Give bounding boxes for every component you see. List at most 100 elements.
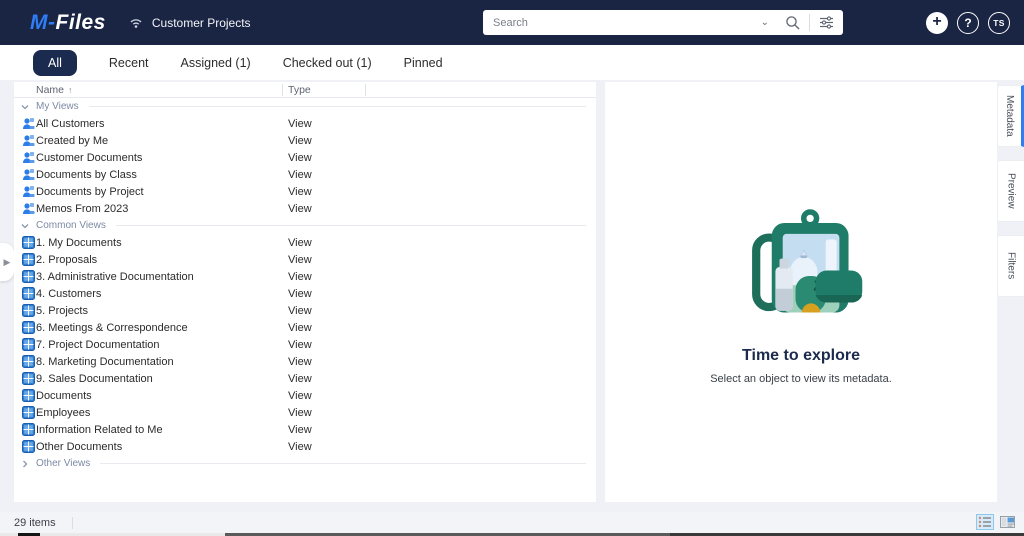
list-item[interactable]: Documents by Project View: [14, 183, 596, 200]
group-label: My Views: [36, 101, 79, 112]
list-item[interactable]: Created by Me View: [14, 132, 596, 149]
view-icon: [22, 338, 35, 351]
topbar-actions: + ? TS: [926, 0, 1010, 45]
search-filters-icon[interactable]: [810, 16, 843, 29]
view-tabs: All Recent Assigned (1) Checked out (1) …: [0, 45, 1024, 80]
list-item[interactable]: Employees View: [14, 404, 596, 421]
view-icon: [22, 202, 35, 215]
list-item[interactable]: 4. Customers View: [14, 285, 596, 302]
item-name: Information Related to Me: [36, 423, 163, 436]
user-avatar[interactable]: TS: [988, 11, 1010, 34]
group-header[interactable]: My Views: [14, 98, 596, 115]
view-icon: [22, 423, 35, 436]
list-item[interactable]: All Customers View: [14, 115, 596, 132]
tab-pinned[interactable]: Pinned: [404, 50, 443, 76]
item-type: View: [288, 117, 312, 130]
item-type: View: [288, 185, 312, 198]
list-item[interactable]: Information Related to Me View: [14, 421, 596, 438]
column-header-type[interactable]: Type: [288, 84, 311, 96]
list-item[interactable]: 8. Marketing Documentation View: [14, 353, 596, 370]
list-item[interactable]: 7. Project Documentation View: [14, 336, 596, 353]
chevron-right-icon: ▶: [3, 256, 11, 267]
item-type: View: [288, 304, 312, 317]
item-type: View: [288, 134, 312, 147]
status-divider: [71, 516, 73, 529]
group-chevron-icon: [20, 459, 30, 469]
item-type: View: [288, 287, 312, 300]
status-bar: 29 items: [0, 512, 1024, 533]
view-icon: [22, 134, 35, 147]
tab-all[interactable]: All: [33, 49, 77, 76]
preview-view-toggle-icon[interactable]: [998, 514, 1016, 530]
item-type: View: [288, 270, 312, 283]
item-name: 6. Meetings & Correspondence: [36, 321, 188, 334]
list-item[interactable]: 3. Administrative Documentation View: [14, 268, 596, 285]
search-type-chevron-icon[interactable]: ⌄: [753, 17, 777, 28]
left-panel-expand-handle[interactable]: ▶: [0, 243, 14, 281]
logo-suffix: Files: [55, 10, 106, 34]
item-name: Employees: [36, 406, 91, 419]
list-item[interactable]: 2. Proposals View: [14, 251, 596, 268]
item-type: View: [288, 168, 312, 181]
group-divider-line: [100, 463, 586, 464]
item-name: Customer Documents: [36, 151, 143, 164]
item-type: View: [288, 338, 312, 351]
top-bar: M-Files Customer Projects ⌄ + ? TS: [0, 0, 1024, 45]
list-item[interactable]: Memos From 2023 View: [14, 200, 596, 217]
group-label: Common Views: [36, 220, 106, 231]
view-icon: [22, 185, 35, 198]
item-name: Created by Me: [36, 134, 109, 147]
list-item[interactable]: 1. My Documents View: [14, 234, 596, 251]
side-tab-preview[interactable]: Preview: [997, 160, 1024, 222]
tab-recent[interactable]: Recent: [109, 50, 149, 76]
view-icon: [22, 287, 35, 300]
item-name: Documents by Class: [36, 168, 137, 181]
group-divider-line: [88, 106, 586, 107]
sort-ascending-icon: ↑: [68, 84, 73, 95]
view-icon: [22, 389, 35, 402]
list-item[interactable]: 5. Projects View: [14, 302, 596, 319]
view-icon: [22, 355, 35, 368]
view-icon: [22, 253, 35, 266]
group-header[interactable]: Common Views: [14, 217, 596, 234]
search-icon[interactable]: [777, 15, 809, 31]
group-divider-line: [115, 225, 586, 226]
list-item[interactable]: Documents by Class View: [14, 166, 596, 183]
view-icon: [22, 117, 35, 130]
item-name: Documents by Project: [36, 185, 144, 198]
list-item[interactable]: Other Documents View: [14, 438, 596, 455]
column-divider[interactable]: [365, 84, 366, 96]
create-new-button[interactable]: +: [926, 11, 948, 34]
item-type: View: [288, 151, 312, 164]
column-divider[interactable]: [282, 84, 283, 96]
item-type: View: [288, 355, 312, 368]
view-icon: [22, 440, 35, 453]
item-count: 29 items: [14, 516, 56, 529]
side-tab-metadata[interactable]: Metadata: [997, 85, 1024, 147]
item-name: 2. Proposals: [36, 253, 98, 266]
list-item[interactable]: 9. Sales Documentation View: [14, 370, 596, 387]
side-tab-filters[interactable]: Filters: [997, 235, 1024, 297]
details-view-toggle-icon[interactable]: [976, 514, 994, 530]
column-header-name[interactable]: Name ↑: [36, 84, 73, 96]
item-type: View: [288, 202, 312, 215]
group-header[interactable]: Other Views: [14, 455, 596, 472]
help-button[interactable]: ?: [957, 11, 979, 34]
item-name: 7. Project Documentation: [36, 338, 160, 351]
item-type: View: [288, 321, 312, 334]
vault-connection-icon: [128, 16, 144, 30]
item-name: 4. Customers: [36, 287, 102, 300]
view-icon: [22, 270, 35, 283]
backpack-illustration: [752, 209, 863, 313]
tab-assigned-1[interactable]: Assigned (1): [181, 50, 251, 76]
list-item[interactable]: Customer Documents View: [14, 149, 596, 166]
mfiles-logo[interactable]: M-Files: [30, 11, 106, 35]
tab-checked-out-1[interactable]: Checked out (1): [283, 50, 372, 76]
search-input[interactable]: [483, 16, 753, 29]
list-item[interactable]: 6. Meetings & Correspondence View: [14, 319, 596, 336]
view-list: My Views All Customers View Created by M…: [14, 98, 596, 472]
empty-state-subtitle: Select an object to view its metadata.: [710, 373, 892, 385]
vault-name[interactable]: Customer Projects: [152, 16, 251, 30]
list-item[interactable]: Documents View: [14, 387, 596, 404]
view-icon: [22, 168, 35, 181]
